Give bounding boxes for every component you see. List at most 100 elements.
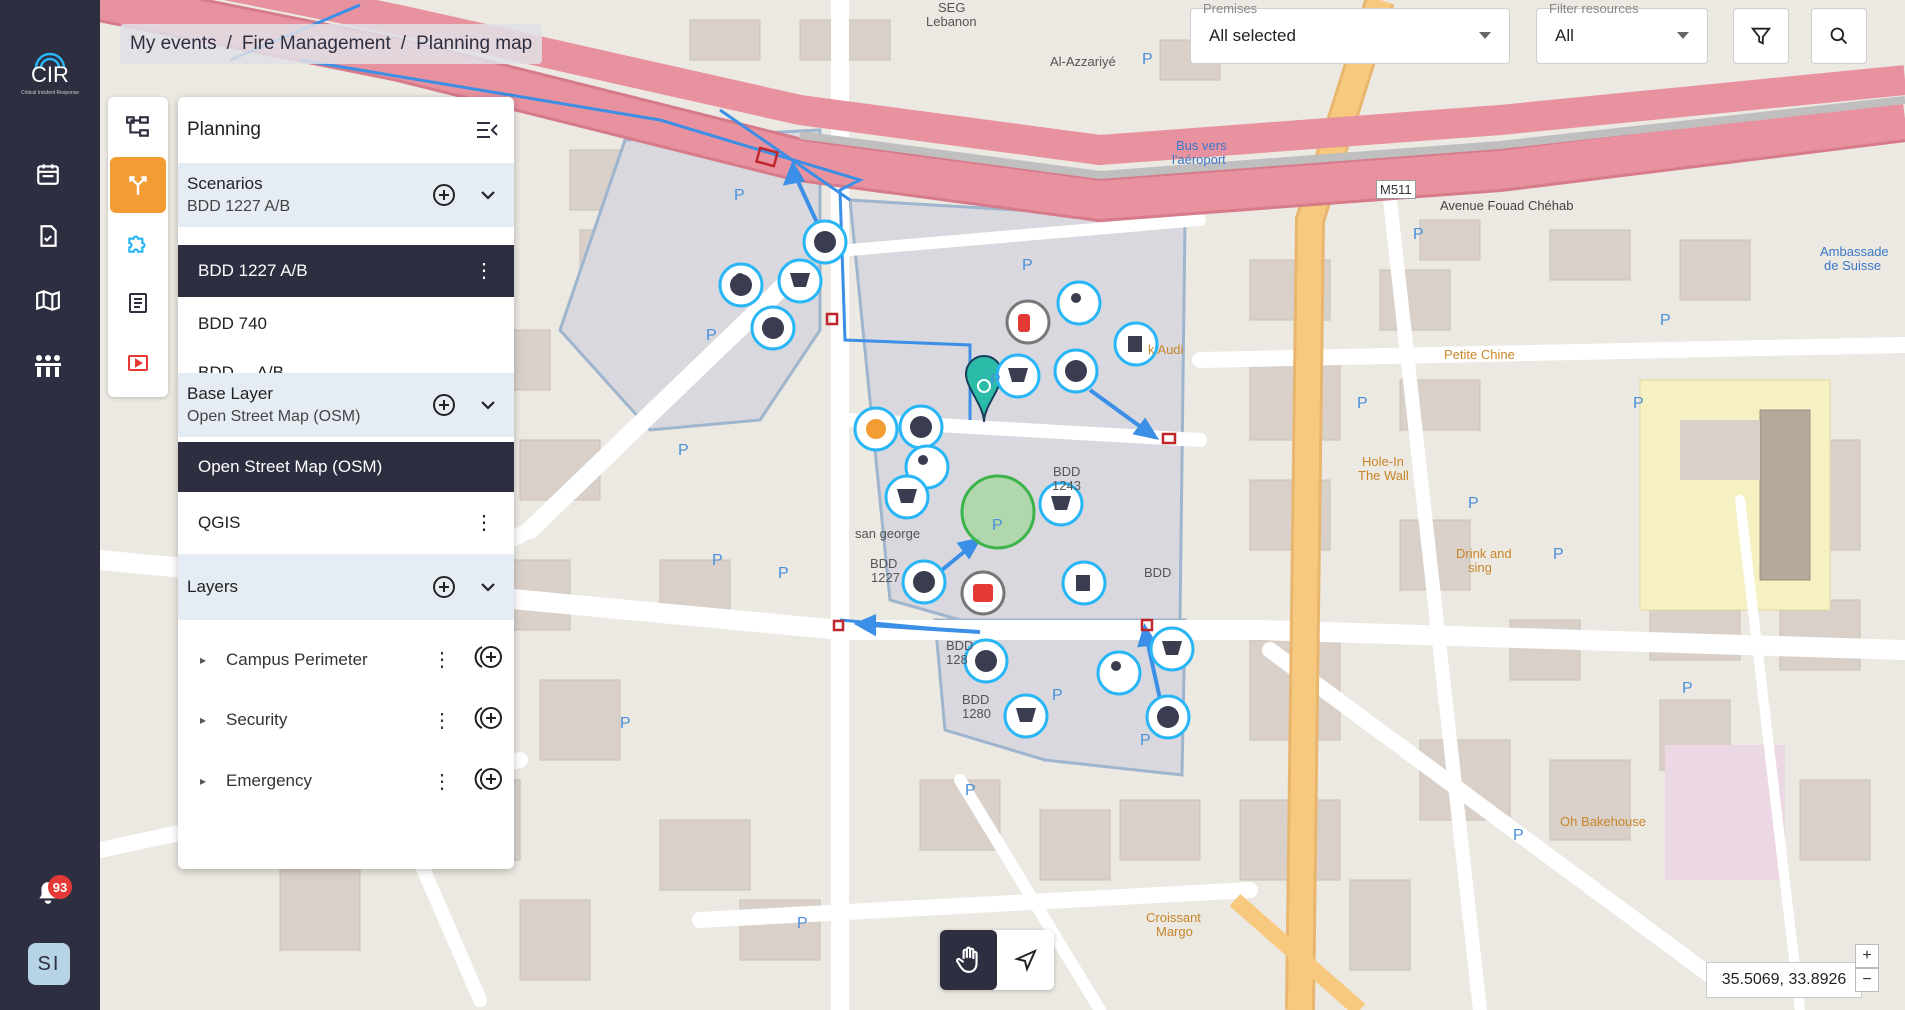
svg-text:P: P xyxy=(620,715,631,732)
pan-hand-button[interactable] xyxy=(940,930,997,990)
dropdown-arrow-icon xyxy=(1479,32,1491,39)
scenarios-current: BDD 1227 A/B xyxy=(187,198,291,215)
add-to-map-icon[interactable] xyxy=(474,705,504,736)
svg-text:P: P xyxy=(778,565,789,582)
navigate-button[interactable] xyxy=(997,930,1054,990)
place-label: Oh Bakehouse xyxy=(1560,814,1647,829)
layers-section-header[interactable]: Layers xyxy=(178,554,514,620)
svg-text:P: P xyxy=(1682,680,1693,697)
svg-text:P: P xyxy=(1553,546,1564,563)
layer-item-emergency[interactable]: ▸ Emergency ⋮ xyxy=(178,747,514,815)
more-vert-icon[interactable]: ⋮ xyxy=(432,647,452,672)
place-label: l'aéroport xyxy=(1172,152,1226,167)
collapse-menu-icon[interactable] xyxy=(470,113,504,147)
add-to-map-icon[interactable] xyxy=(474,644,504,675)
chevron-down-icon[interactable] xyxy=(471,570,505,604)
add-base-layer-icon[interactable] xyxy=(427,388,461,422)
svg-text:P: P xyxy=(712,552,723,569)
place-label: sing xyxy=(1468,560,1492,575)
scenario-item[interactable]: BDD 740 xyxy=(178,297,514,351)
place-label: Lebanon xyxy=(926,14,977,29)
chevron-down-icon[interactable] xyxy=(471,388,505,422)
place-label: SEG xyxy=(938,0,966,15)
layer-item-campus-perimeter[interactable]: ▸ Campus Perimeter ⋮ xyxy=(178,626,514,693)
calendar-icon[interactable] xyxy=(30,156,66,192)
filter-icon xyxy=(1750,27,1772,45)
place-label: Ambassade xyxy=(1820,244,1889,259)
place-label: The Wall xyxy=(1358,468,1409,483)
more-vert-icon[interactable]: ⋮ xyxy=(474,513,494,533)
layers-title: Layers xyxy=(187,577,239,596)
chevron-down-icon[interactable] xyxy=(471,178,505,212)
building-label: san george xyxy=(855,526,921,541)
layer-item-security[interactable]: ▸ Security ⋮ xyxy=(178,693,514,747)
base-layer-item-label: Open Street Map (OSM) xyxy=(198,457,383,476)
layer-item-label: Campus Perimeter xyxy=(226,649,368,669)
place-label: Drink and xyxy=(1456,546,1512,561)
breadcrumb-my-events[interactable]: My events xyxy=(130,33,217,55)
place-label: k Audi xyxy=(1148,342,1184,357)
resources-select[interactable]: Filter resources All xyxy=(1536,1,1708,64)
building-label: 1227 xyxy=(871,570,900,585)
svg-text:P: P xyxy=(965,782,976,799)
logo-subtitle: Critical Incident Response xyxy=(21,90,79,96)
base-layer-item[interactable]: QGIS ⋮ xyxy=(178,492,514,554)
dropdown-arrow-icon xyxy=(1677,32,1689,39)
place-label: Bus vers xyxy=(1176,138,1227,153)
zoom-in-button[interactable]: + xyxy=(1855,944,1879,968)
more-vert-icon[interactable]: ⋮ xyxy=(432,708,452,733)
puzzle-icon[interactable] xyxy=(110,215,166,271)
add-scenario-icon[interactable] xyxy=(427,178,461,212)
scenario-item-label: BDD ... A/B ... xyxy=(198,363,303,373)
coordinates-readout: 35.5069, 33.8926 xyxy=(1706,962,1862,998)
cir-logo[interactable]: CIR Critical Incident Response xyxy=(14,32,86,98)
caret-right-icon[interactable]: ▸ xyxy=(200,653,214,667)
map-mode-toggle xyxy=(940,930,1054,990)
base-layer-section-header[interactable]: Base Layer Open Street Map (OSM) xyxy=(178,373,514,437)
more-vert-icon[interactable]: ⋮ xyxy=(474,261,494,281)
hierarchy-icon[interactable] xyxy=(110,99,166,155)
place-label: Petite Chine xyxy=(1444,347,1515,362)
svg-text:P: P xyxy=(1413,226,1424,243)
scenarios-title: Scenarios xyxy=(187,174,263,193)
tool-rail xyxy=(108,97,168,397)
notification-badge: 93 xyxy=(48,875,72,899)
svg-text:P: P xyxy=(1052,687,1063,704)
caret-right-icon[interactable]: ▸ xyxy=(200,713,214,727)
map-book-icon[interactable] xyxy=(30,282,66,318)
place-label: Hole-In xyxy=(1362,454,1404,469)
panel-title: Planning xyxy=(187,119,261,140)
zoom-out-button[interactable]: − xyxy=(1855,968,1879,992)
document-icon[interactable] xyxy=(110,275,166,331)
base-layer-item[interactable]: Open Street Map (OSM) xyxy=(178,442,514,492)
more-vert-icon[interactable]: ⋮ xyxy=(432,769,452,794)
scenario-item[interactable]: BDD ... A/B ... xyxy=(178,351,514,373)
caret-right-icon[interactable]: ▸ xyxy=(200,774,214,788)
breadcrumb-planning-map: Planning map xyxy=(416,33,533,54)
search-button[interactable] xyxy=(1811,8,1867,64)
filter-button[interactable] xyxy=(1733,8,1789,64)
checklist-icon[interactable] xyxy=(30,218,66,254)
street-label: Avenue Fouad Chéhab xyxy=(1440,198,1574,213)
svg-text:P: P xyxy=(1357,395,1368,412)
play-video-icon[interactable] xyxy=(110,335,166,391)
breadcrumb-fire-management[interactable]: Fire Management xyxy=(242,33,391,55)
planning-panel: Planning Scenarios BDD 1227 A/B BDD 1227… xyxy=(178,97,514,869)
building-label: 1280 xyxy=(962,706,991,721)
scenario-item[interactable]: BDD 1227 A/B ⋮ xyxy=(178,245,514,297)
scenarios-section-header[interactable]: Scenarios BDD 1227 A/B xyxy=(178,163,514,227)
add-layer-icon[interactable] xyxy=(427,570,461,604)
resources-value: All xyxy=(1555,26,1574,45)
premises-select[interactable]: Premises All selected xyxy=(1190,1,1510,64)
place-label: de Suisse xyxy=(1824,258,1882,273)
user-avatar[interactable]: SI xyxy=(28,943,70,985)
planning-route-icon[interactable] xyxy=(110,157,166,213)
building-label: BDD xyxy=(1144,565,1172,580)
building-label: 128 xyxy=(946,652,968,667)
resources-icon[interactable] xyxy=(30,348,66,384)
building-label: BDD xyxy=(1053,464,1081,479)
building-label: BDD xyxy=(870,556,898,571)
hand-icon xyxy=(955,946,978,973)
place-label: Croissant xyxy=(1146,910,1201,925)
add-to-map-icon[interactable] xyxy=(474,766,504,797)
